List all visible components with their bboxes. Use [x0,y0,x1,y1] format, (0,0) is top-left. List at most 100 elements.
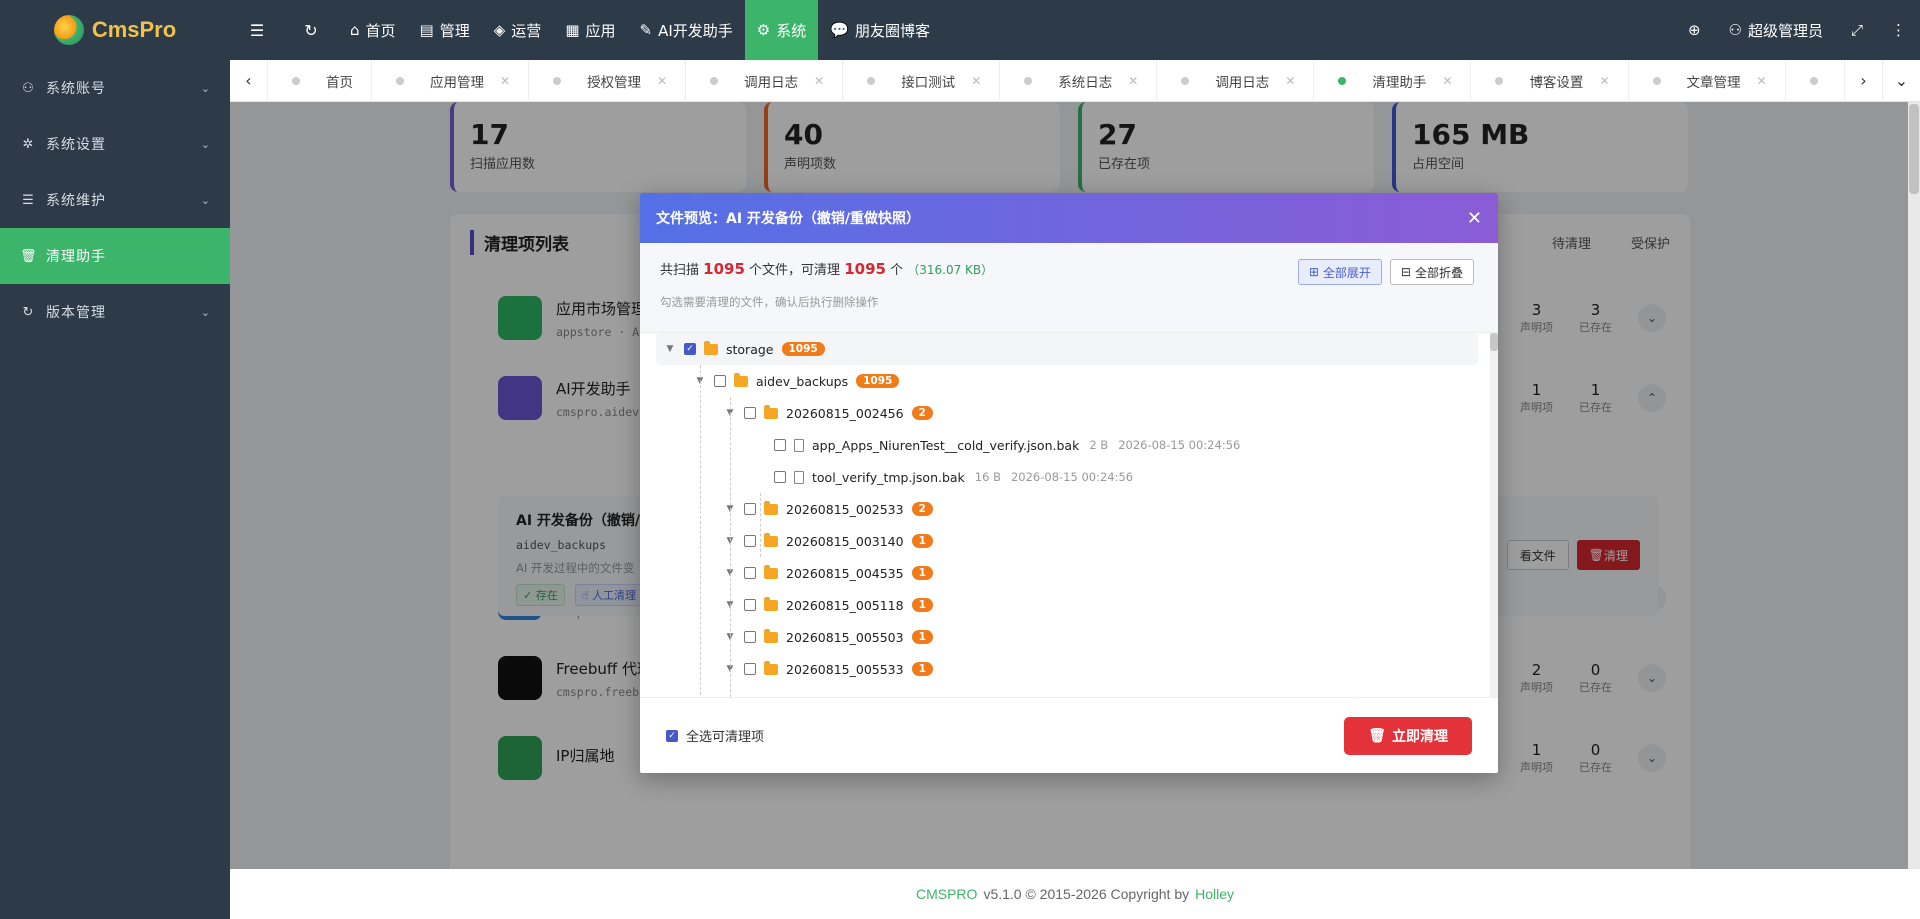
footer-author[interactable]: Holley [1195,886,1234,902]
tree-folder-node[interactable]: ▼ 20260815_005118 1 [656,589,1478,621]
folder-icon [764,532,778,547]
tree-file-node[interactable]: tool_verify_tmp.json.bak 16 B 2026-08-15 0… [656,461,1478,493]
top-nav-item-1[interactable]: ▤ 管理 [408,0,482,60]
tree-checkbox[interactable] [744,503,756,515]
top-nav-item-3[interactable]: ▦ 应用 [553,0,627,60]
tab-close-icon[interactable]: ✕ [1442,74,1452,88]
top-nav-item-0[interactable]: ⌂ 首页 [338,0,408,60]
tab-7[interactable]: 清理助手 ✕ [1314,59,1472,102]
tab-5[interactable]: 系统日志 ✕ [1000,59,1158,102]
tab-close-icon[interactable]: ✕ [1285,74,1295,88]
tabs-next-icon[interactable]: › [1844,59,1882,102]
sidebar-item-0[interactable]: ⚇ 系统账号 ⌄ [0,60,230,116]
tab-8[interactable]: 博客设置 ✕ [1471,59,1629,102]
top-nav-icon: ⌂ [350,21,360,39]
folder-icon [764,628,778,643]
sidebar-item-label: 版本管理 [46,305,106,321]
tree-scrollbar[interactable] [1490,333,1498,697]
modal-title: 文件预览：AI 开发备份（撤销/重做快照） [656,211,921,227]
tree-folder-node[interactable]: ▼ 20260815_005503 1 [656,621,1478,653]
tree-checkbox[interactable] [774,471,786,483]
top-nav-icon: ✎ [639,21,653,39]
close-icon[interactable]: ✕ [1467,208,1482,229]
tab-4[interactable]: 接口测试 ✕ [843,59,1001,102]
tree-checkbox[interactable] [744,567,756,579]
caret-down-icon[interactable]: ▼ [662,344,678,354]
tab-1[interactable]: 应用管理 ✕ [372,59,530,102]
tab-2[interactable]: 授权管理 ✕ [529,59,687,102]
top-nav-item-2[interactable]: ◈ 运营 [482,0,554,60]
select-all-checkbox[interactable]: ✓ [666,729,678,742]
tab-close-icon[interactable]: ✕ [500,74,510,88]
page-scrollbar-thumb[interactable] [1909,104,1919,194]
tab-close-icon[interactable]: ✕ [1757,74,1767,88]
expand-icon: ⊞ [1308,265,1319,279]
sidebar-item-2[interactable]: ☰ 系统维护 ⌄ [0,172,230,228]
collapse-icon: ⊟ [1400,265,1411,279]
top-nav-label: 朋友圈博客 [854,21,930,40]
tree-file-node[interactable]: app_Apps_NiurenTest__cold_verify.json.ba… [656,429,1478,461]
user-menu[interactable]: ⚇ 超级管理员 [1715,0,1837,60]
sidebar-item-1[interactable]: ✲ 系统设置 ⌄ [0,116,230,172]
more-icon[interactable]: ⋮ [1877,0,1920,60]
tab-9[interactable]: 文章管理 ✕ [1629,59,1786,102]
tree-folder-node[interactable]: ▼ ✓ storage 1095 [656,333,1478,365]
tree-checkbox[interactable] [714,375,726,387]
clean-now-button[interactable]: 🗑 立即清理 [1344,716,1472,755]
tree-checkbox[interactable] [744,535,756,547]
tab-status-dot [292,76,300,85]
top-nav-icon: ▦ [565,21,580,39]
tabs-prev-icon[interactable]: ‹ [230,59,268,102]
sidebar-item-label: 系统账号 [46,81,106,97]
page-scrollbar[interactable] [1908,102,1920,869]
tree-checkbox[interactable] [774,439,786,451]
tab-close-icon[interactable]: ✕ [1599,74,1609,88]
tab-3[interactable]: 调用日志 ✕ [686,59,844,102]
tree-folder-node[interactable]: ▼ 20260815_004535 1 [656,557,1478,589]
tree-checkbox[interactable] [744,631,756,643]
top-nav-icon: ◈ [493,21,506,39]
tree-folder-node[interactable]: ▼ 20260815_002533 2 [656,493,1478,525]
settings-icon: ✲ [22,136,34,152]
tab-close-icon[interactable]: ✕ [1128,74,1138,88]
sidebar-item-4[interactable]: ↻ 版本管理 ⌄ [0,284,230,340]
tree-checkbox[interactable] [744,407,756,419]
user-icon: ⚇ [1728,21,1742,39]
tree-folder-node[interactable]: ▼ aidev_backups 1095 [656,365,1478,397]
tab-close-icon[interactable]: ✕ [657,74,667,88]
expand-all-button[interactable]: ⊞ 全部展开 [1297,259,1382,285]
tab-close-icon[interactable]: ✕ [971,74,981,88]
tree-folder-node[interactable]: ▼ 20260815_003140 1 [656,525,1478,557]
folder-icon [764,500,778,515]
menu-toggle-icon[interactable]: ☰ [230,0,284,60]
brand[interactable]: CmsPro [0,0,230,60]
tree-checkbox[interactable]: ✓ [684,343,696,355]
tab-label: 文章管理 [1686,74,1741,91]
tab-10[interactable]: 对话开发✕ [1786,60,1844,102]
tabs-dropdown-icon[interactable]: ⌄ [1882,59,1920,102]
chevron-down-icon: ⌄ [200,305,210,319]
modal-header: 文件预览：AI 开发备份（撤销/重做快照） ✕ [640,193,1498,243]
tab-status-dot [1024,76,1033,85]
tab-0[interactable]: 首页 [268,59,372,102]
footer-brand: CMSPRO [915,886,978,902]
sidebar-item-3[interactable]: 🗑 清理助手 [0,228,230,284]
collapse-all-button[interactable]: ⊟ 全部折叠 [1389,259,1474,285]
tab-6[interactable]: 调用日志 ✕ [1157,59,1315,102]
tree-folder-node[interactable]: ▼ 20260815_005533 1 [656,653,1478,685]
refresh-icon[interactable]: ↻ [284,0,338,60]
language-icon[interactable]: ⊕ [1674,0,1715,60]
tree-checkbox[interactable] [744,663,756,675]
fullscreen-icon[interactable]: ⤢ [1837,0,1877,60]
top-nav-item-4[interactable]: ✎ AI开发助手 [628,0,745,60]
tab-label: 应用管理 [430,74,484,91]
tab-label: 清理助手 [1372,74,1427,91]
tree-checkbox[interactable] [744,599,756,611]
top-nav-item-6[interactable]: 💬 朋友圈博客 [818,0,942,60]
sidebar: CmsPro ⚇ 系统账号 ⌄ ✲ 系统设置 ⌄ ☰ 系统维护 ⌄ 🗑 清理助手 ↻ 版本管理 ⌄ [0,0,230,919]
top-nav-item-5[interactable]: ⚙ 系统 [744,0,819,60]
tree-folder-node[interactable]: ▼ 20260815_002456 2 [656,397,1478,429]
tree-scrollbar-thumb[interactable] [1490,333,1498,351]
tab-close-icon[interactable]: ✕ [814,74,824,88]
tab-status-dot [553,76,562,85]
